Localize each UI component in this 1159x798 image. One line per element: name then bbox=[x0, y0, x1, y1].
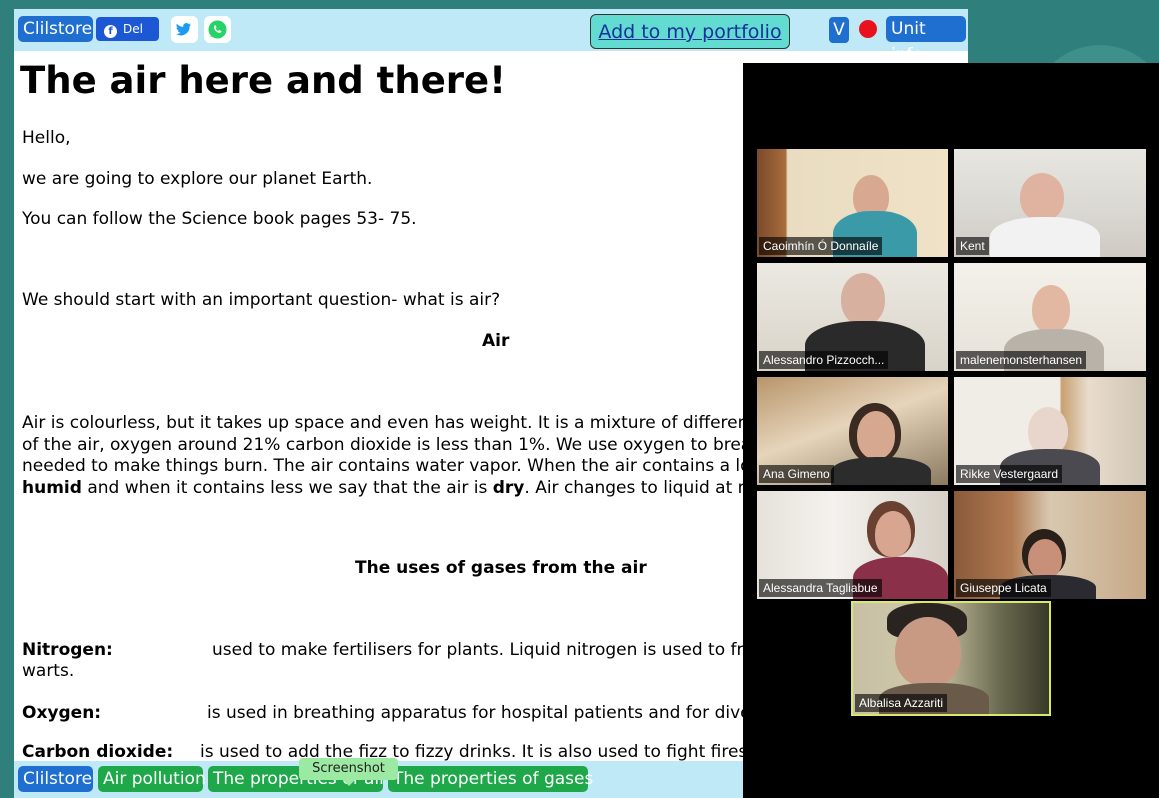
participant-name: Caoimhín Ó Donnaíle bbox=[759, 237, 883, 255]
facebook-share-label: Del bbox=[123, 22, 143, 36]
twitter-share-button[interactable] bbox=[171, 16, 198, 43]
participant-name: malenemonsterhansen bbox=[956, 351, 1087, 369]
participant-head bbox=[1028, 407, 1068, 455]
link-air-pollution[interactable]: Air pollution bbox=[98, 766, 206, 792]
screenshot-tooltip: Screenshot bbox=[299, 758, 398, 786]
participant-name: Kent bbox=[956, 237, 989, 255]
intro-text-2: You can follow the Science book pages 53… bbox=[22, 209, 417, 229]
facebook-share-button[interactable]: f Del bbox=[96, 17, 159, 41]
page-title: The air here and there! bbox=[20, 59, 507, 102]
humid-term: humid bbox=[22, 478, 82, 498]
record-indicator-icon[interactable] bbox=[859, 20, 877, 38]
participant-name: Rikke Vestergaard bbox=[956, 465, 1063, 483]
top-toolbar: Clilstore f Del Add to my portfolio V Uni… bbox=[14, 9, 968, 65]
clilstore-button[interactable]: Clilstore bbox=[18, 16, 93, 42]
oxygen-description: is used in breathing apparatus for hospi… bbox=[207, 703, 772, 723]
whatsapp-share-button[interactable] bbox=[204, 16, 231, 43]
participant-name: Giuseppe Licata bbox=[956, 579, 1051, 597]
participant-tile[interactable]: Kent bbox=[954, 149, 1146, 257]
participant-tile[interactable]: Alessandra Tagliabue bbox=[757, 491, 948, 599]
air-paragraph-line-4: humid and when it contains less we say t… bbox=[22, 478, 770, 498]
participant-head bbox=[1020, 173, 1064, 221]
link-properties-of-gases[interactable]: The properties of gases bbox=[388, 766, 593, 792]
section-heading-air: Air bbox=[482, 331, 510, 351]
air-paragraph-line-1: Air is colourless, but it takes up space… bbox=[22, 413, 772, 433]
video-call-panel: Caoimhín Ó Donnaíle Kent Alessandro Pizz… bbox=[743, 63, 1159, 798]
facebook-icon: f bbox=[104, 25, 117, 38]
question-text: We should start with an important questi… bbox=[22, 290, 501, 310]
participant-head bbox=[841, 273, 885, 325]
participant-tile[interactable]: Ana Gimeno bbox=[757, 377, 948, 485]
participant-name: Alessandro Pizzocch... bbox=[759, 351, 889, 369]
participant-head bbox=[1032, 285, 1070, 333]
participant-tile[interactable]: Caoimhín Ó Donnaíle bbox=[757, 149, 948, 257]
vocabulary-button[interactable]: V bbox=[829, 17, 849, 43]
section-heading-uses: The uses of gases from the air bbox=[355, 558, 647, 578]
greeting-text: Hello, bbox=[22, 128, 71, 148]
clilstore-home-button[interactable]: Clilstore bbox=[18, 766, 93, 792]
participant-face bbox=[875, 511, 911, 557]
air-paragraph-line-4-text-1: and when it contains less we say that th… bbox=[81, 478, 493, 498]
nitrogen-description-cont: warts. bbox=[22, 661, 75, 681]
intro-text-1: we are going to explore our planet Earth… bbox=[22, 169, 373, 189]
air-paragraph-line-4-text-2: . Air changes to liquid at min bbox=[524, 478, 770, 498]
participant-tile[interactable]: Giuseppe Licata bbox=[954, 491, 1146, 599]
oxygen-term: Oxygen: bbox=[22, 703, 102, 723]
participant-name: Albalisa Azzariti bbox=[855, 694, 948, 712]
add-to-portfolio-button[interactable]: Add to my portfolio bbox=[590, 14, 790, 49]
whatsapp-icon bbox=[208, 20, 227, 39]
participant-name: Alessandra Tagliabue bbox=[759, 579, 882, 597]
unit-info-button[interactable]: Unit info bbox=[886, 16, 966, 65]
participant-face bbox=[1028, 539, 1062, 579]
nitrogen-description: used to make fertilisers for plants. Liq… bbox=[212, 640, 765, 660]
participant-face bbox=[895, 617, 961, 687]
air-paragraph-line-2: of the air, oxygen around 21% carbon dio… bbox=[22, 435, 769, 455]
participant-tile[interactable]: Alessandro Pizzocch... bbox=[757, 263, 948, 371]
participant-body bbox=[831, 457, 931, 485]
nitrogen-term: Nitrogen: bbox=[22, 640, 113, 660]
active-speaker-tile[interactable]: Albalisa Azzariti bbox=[851, 601, 1051, 716]
participant-tile[interactable]: Rikke Vestergaard bbox=[954, 377, 1146, 485]
participant-tile[interactable]: malenemonsterhansen bbox=[954, 263, 1146, 371]
participant-name: Ana Gimeno bbox=[759, 465, 834, 483]
dry-term: dry bbox=[492, 478, 525, 498]
carbon-dioxide-description: is used to add the fizz to fizzy drinks.… bbox=[200, 742, 764, 762]
twitter-icon bbox=[176, 23, 191, 36]
participant-body bbox=[990, 217, 1100, 257]
air-paragraph-line-3: needed to make things burn. The air cont… bbox=[22, 456, 774, 476]
carbon-dioxide-term: Carbon dioxide: bbox=[22, 742, 174, 762]
participant-face bbox=[857, 411, 895, 459]
